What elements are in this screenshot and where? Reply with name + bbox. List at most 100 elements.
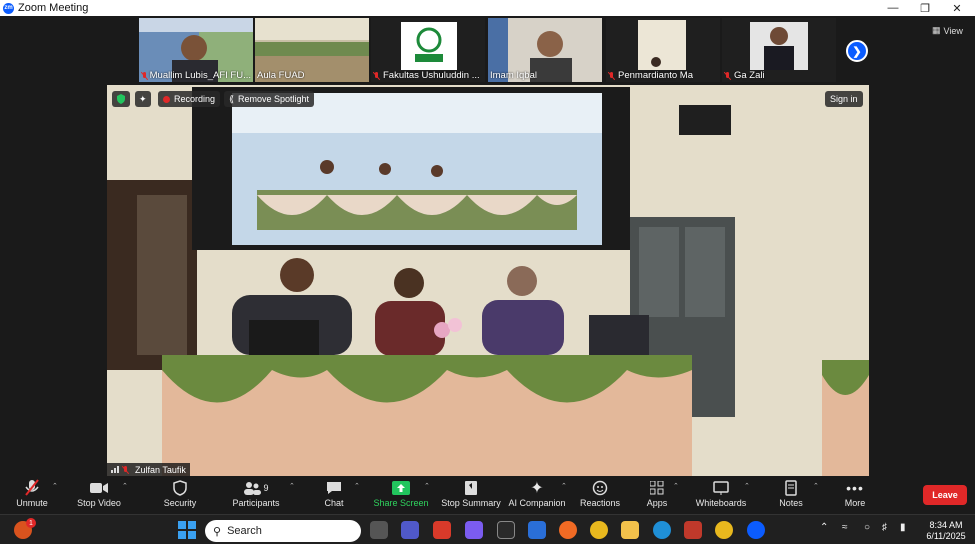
participant-name: Fakultas Ushuluddin ... xyxy=(383,70,480,81)
participants-icon xyxy=(244,482,262,495)
notes-options-caret[interactable]: ⌃ xyxy=(813,482,819,490)
stop-summary-button[interactable]: Stop Summary xyxy=(440,478,502,508)
apps-button[interactable]: Apps xyxy=(644,478,670,508)
volume-icon[interactable]: ♯ xyxy=(882,522,887,533)
security-button[interactable]: Security xyxy=(162,478,198,508)
wifi-icon[interactable]: ○ xyxy=(864,522,870,533)
notes-icon xyxy=(785,480,797,496)
mic-muted-icon xyxy=(608,71,615,80)
participant-tile[interactable]: Aula FUAD xyxy=(255,18,369,82)
microsoft-store-icon[interactable] xyxy=(497,521,515,539)
recording-indicator[interactable]: Recording xyxy=(158,91,221,107)
participant-tile[interactable]: Imam Iqbal xyxy=(488,18,602,82)
notification-badge: 1 xyxy=(26,518,36,528)
edge-icon[interactable] xyxy=(653,521,671,539)
whiteboard-icon xyxy=(713,481,729,495)
notes-button[interactable]: Notes xyxy=(778,478,804,508)
participant-name: Aula FUAD xyxy=(257,70,305,81)
window-title: Zoom Meeting xyxy=(18,2,89,14)
taskbar-search-input[interactable]: ⚲ Search xyxy=(205,520,361,542)
participants-button[interactable]: 9 Participants xyxy=(230,478,282,508)
more-button[interactable]: ••• More xyxy=(842,478,868,508)
participant-tile[interactable]: Ga Zali xyxy=(722,18,836,82)
share-screen-icon xyxy=(392,481,410,495)
copilot-icon[interactable] xyxy=(465,521,483,539)
signal-bars-icon xyxy=(111,466,119,473)
tray-expand-icon[interactable]: ⌃ xyxy=(820,522,828,533)
recording-dot-icon xyxy=(163,95,170,103)
windows-taskbar: 1 ⚲ Search ⌃ ≈ ○ ♯ ▮ 8:34 AM 6/11/2025 xyxy=(0,514,975,544)
mail-icon[interactable] xyxy=(528,521,546,539)
mic-muted-icon xyxy=(25,479,39,496)
whiteboards-options-caret[interactable]: ⌃ xyxy=(744,482,750,490)
unmute-button[interactable]: Unmute xyxy=(14,478,50,508)
conference-room-video xyxy=(107,85,869,476)
chat-bubble-icon xyxy=(327,482,341,494)
zoom-logo-icon: zm xyxy=(3,2,14,14)
ai-companion-button[interactable]: ✦ AI Companion xyxy=(508,478,566,508)
ai-sparkle-icon[interactable]: ✦ xyxy=(135,91,151,107)
mic-muted-icon xyxy=(141,71,147,80)
battery-icon[interactable]: ▮ xyxy=(900,522,906,533)
participant-name: Penmardianto Ma xyxy=(618,70,693,81)
video-camera-icon xyxy=(90,483,108,493)
next-page-button[interactable]: ❯ xyxy=(846,40,868,62)
apps-grid-icon xyxy=(650,481,664,495)
remove-spotlight-button[interactable]: ⟪ Remove Spotlight xyxy=(224,91,315,107)
chrome-icon[interactable] xyxy=(590,521,608,539)
encryption-shield-icon[interactable] xyxy=(112,91,130,107)
mic-muted-icon xyxy=(122,465,129,474)
antivirus-app-icon[interactable] xyxy=(433,521,451,539)
title-bar: zm Zoom Meeting — ❐ ✕ xyxy=(0,0,975,16)
chrome-profile-icon[interactable] xyxy=(715,521,733,539)
mic-muted-icon xyxy=(724,71,731,80)
participant-name: Ga Zali xyxy=(734,70,765,81)
grid-icon: ▦ xyxy=(932,25,941,35)
chat-button[interactable]: Chat xyxy=(318,478,350,508)
reactions-button[interactable]: Reactions xyxy=(580,478,620,508)
participant-name: Imam Iqbal xyxy=(490,70,537,81)
main-video: ✦ Recording ⟪ Remove Spotlight Sign in Z… xyxy=(107,85,869,476)
audio-options-caret[interactable]: ⌃ xyxy=(52,482,58,490)
participants-options-caret[interactable]: ⌃ xyxy=(289,482,295,490)
close-icon[interactable]: ✕ xyxy=(941,0,973,16)
reactions-emoji-icon xyxy=(592,480,608,496)
task-view-icon[interactable] xyxy=(370,521,388,539)
teams-icon[interactable] xyxy=(401,521,419,539)
meeting-toolbar: Unmute ⌃ Stop Video ⌃ Security 9 Partici… xyxy=(0,476,975,514)
more-dots-icon: ••• xyxy=(846,480,864,496)
ai-companion-options-caret[interactable]: ⌃ xyxy=(561,482,567,490)
ai-sparkle-icon: ✦ xyxy=(530,480,544,497)
apps-options-caret[interactable]: ⌃ xyxy=(673,482,679,490)
participant-tile[interactable]: Muallim Lubis_AFI FU... xyxy=(139,18,253,82)
participant-tile[interactable]: Fakultas Ushuluddin ... xyxy=(371,18,485,82)
start-windows-icon[interactable] xyxy=(178,521,196,539)
whiteboards-button[interactable]: Whiteboards xyxy=(694,478,748,508)
participant-name: Muallim Lubis_AFI FU... xyxy=(149,70,251,81)
firefox-icon[interactable] xyxy=(559,521,577,539)
summary-document-icon xyxy=(465,481,477,495)
participant-gallery: Muallim Lubis_AFI FU... Aula FUAD Fakult… xyxy=(0,16,975,84)
taskbar-clock[interactable]: 8:34 AM 6/11/2025 xyxy=(921,520,971,542)
pin-icon: ⟪ xyxy=(229,93,235,104)
zoom-taskbar-icon[interactable] xyxy=(747,521,765,539)
camera-app-icon[interactable] xyxy=(684,521,702,539)
search-icon: ⚲ xyxy=(213,525,222,538)
participant-tile[interactable]: Penmardianto Ma xyxy=(606,18,720,82)
minimize-icon[interactable]: — xyxy=(877,0,909,16)
restore-icon[interactable]: ❐ xyxy=(909,0,941,16)
mic-muted-icon xyxy=(373,71,380,80)
network-status-icon[interactable]: ≈ xyxy=(842,522,848,533)
sign-in-button[interactable]: Sign in xyxy=(825,91,863,107)
security-shield-icon xyxy=(173,480,187,496)
leave-button[interactable]: Leave xyxy=(923,485,967,505)
share-screen-button[interactable]: Share Screen xyxy=(372,478,430,508)
chat-options-caret[interactable]: ⌃ xyxy=(354,482,360,490)
view-button[interactable]: ▦ View xyxy=(932,25,963,36)
file-explorer-icon[interactable] xyxy=(621,521,639,539)
participants-count: 9 xyxy=(263,483,269,493)
active-speaker-label: Zulfan Taufik xyxy=(107,463,190,476)
share-options-caret[interactable]: ⌃ xyxy=(424,482,430,490)
video-options-caret[interactable]: ⌃ xyxy=(122,482,128,490)
stop-video-button[interactable]: Stop Video xyxy=(76,478,122,508)
